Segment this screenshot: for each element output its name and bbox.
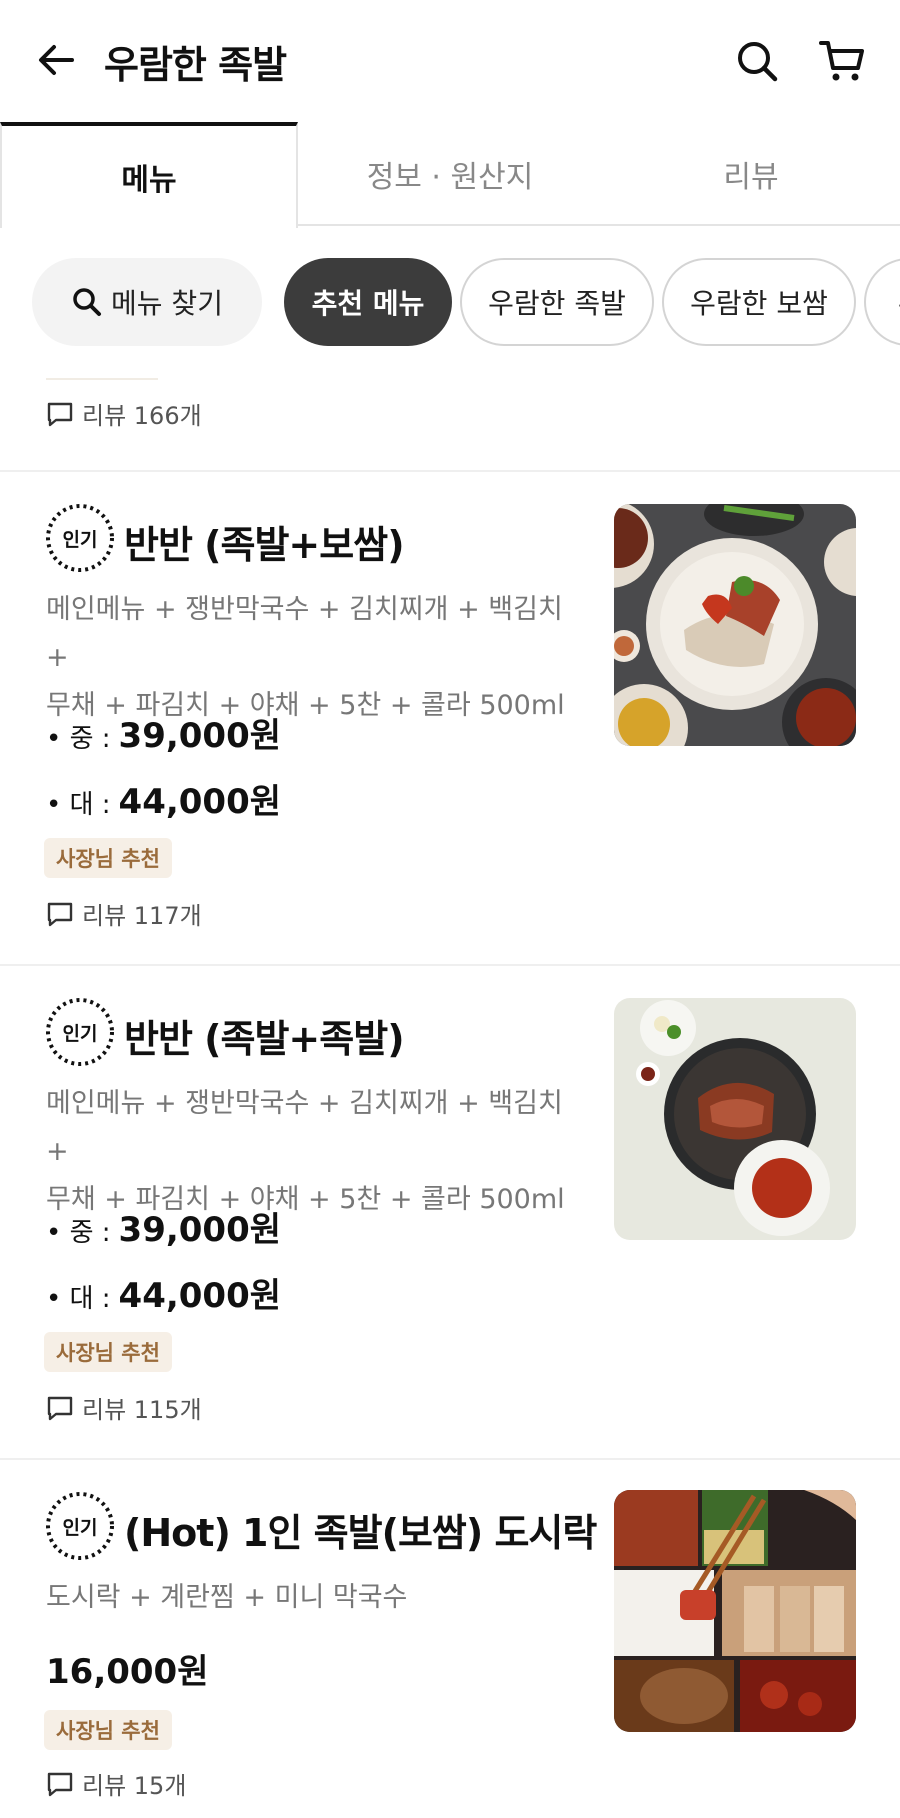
review-count-label: 리뷰 115개 — [82, 1396, 202, 1424]
chip-recommended[interactable]: 추천 메뉴 — [284, 258, 452, 346]
review-count-label: 리뷰 117개 — [82, 902, 202, 930]
item-name: 반반 (족발+보쌈) — [124, 523, 405, 567]
price-size-label: • 대 : — [46, 790, 111, 820]
price-large: • 대 : 44,000원 — [46, 1268, 281, 1317]
comment-icon — [47, 1396, 73, 1420]
review-count-label: 리뷰 15개 — [82, 1772, 187, 1800]
price-size-label: • 중 : — [46, 1218, 111, 1248]
search-icon — [73, 288, 102, 316]
owner-recommend-badge: 사장님 추천 — [44, 1332, 172, 1372]
price-large: • 대 : 44,000원 — [46, 774, 281, 823]
tab-menu[interactable]: 메뉴 — [0, 122, 298, 228]
comment-icon — [47, 1772, 73, 1796]
comment-icon — [47, 902, 73, 926]
arrow-left-icon — [39, 45, 74, 75]
divider — [46, 378, 158, 380]
cart-icon — [819, 41, 864, 81]
cart-button[interactable] — [818, 38, 866, 84]
review-count: 리뷰 115개 — [46, 1390, 202, 1425]
price-size-label: • 중 : — [46, 724, 111, 754]
menu-item[interactable]: 인기 반반 (족발+보쌈) 메인메뉴 + 쟁반막국수 + 김치찌개 + 백김치 … — [0, 472, 900, 966]
menu-search-label: 메뉴 찾기 — [111, 287, 223, 320]
popular-badge: 인기 — [44, 502, 116, 574]
review-count-label: 리뷰 166개 — [82, 402, 202, 430]
popular-badge: 인기 — [44, 1490, 116, 1562]
popular-badge-icon: 인기 — [46, 1492, 114, 1560]
menu-search-chip[interactable]: 메뉴 찾기 — [32, 258, 262, 346]
menu-item[interactable]: 인기 (Hot) 1인 족발(보쌈) 도시락 도시락 + 계란찜 + 미니 막국… — [0, 1460, 900, 1818]
chip-uram-bossam[interactable]: 우람한 보쌈 — [662, 258, 856, 346]
app-header: 우람한 족발 — [0, 0, 900, 122]
item-name: 반반 (족발+족발) — [124, 1017, 405, 1061]
popular-badge: 인기 — [44, 996, 116, 1068]
food-photo-image — [614, 504, 856, 746]
price-medium: • 중 : 39,000원 — [46, 1202, 281, 1251]
review-count: 리뷰 166개 — [46, 396, 202, 431]
price-value: 44,000원 — [118, 782, 282, 822]
item-description-line: 메인메뉴 + 쟁반막국수 + 김치찌개 + 백김치 + — [46, 1088, 563, 1167]
back-button[interactable] — [34, 38, 78, 82]
page-title: 우람한 족발 — [104, 43, 287, 87]
price-value: 39,000원 — [118, 1210, 282, 1250]
owner-recommend-badge: 사장님 추천 — [44, 838, 172, 878]
search-button[interactable] — [734, 38, 780, 84]
chip-uram-jokbal[interactable]: 우람한 족발 — [460, 258, 654, 346]
food-photo-image — [614, 1490, 856, 1732]
menu-item[interactable]: 인기 반반 (족발+족발) 메인메뉴 + 쟁반막국수 + 김치찌개 + 백김치 … — [0, 966, 900, 1460]
item-name: (Hot) 1인 족발(보쌈) 도시락 — [124, 1511, 597, 1555]
menu-item-partial[interactable]: 리뷰 166개 — [0, 350, 900, 472]
item-description-line: 메인메뉴 + 쟁반막국수 + 김치찌개 + 백김치 + — [46, 594, 563, 673]
price-size-label: • 대 : — [46, 1284, 111, 1314]
item-description: 도시락 + 계란찜 + 미니 막국수 — [46, 1574, 586, 1622]
price-value: 39,000원 — [118, 716, 282, 756]
popular-badge-text: 인기 — [63, 529, 98, 551]
popular-badge-text: 인기 — [63, 1023, 98, 1045]
price: 16,000원 — [46, 1644, 208, 1693]
price-medium: • 중 : 39,000원 — [46, 708, 281, 757]
chip-next-partial[interactable]: 우 — [864, 258, 900, 346]
tab-reviews[interactable]: 리뷰 — [602, 122, 900, 226]
review-count: 리뷰 117개 — [46, 896, 202, 931]
review-count: 리뷰 15개 — [46, 1766, 186, 1801]
tab-bar: 메뉴 정보 · 원산지 리뷰 — [0, 122, 900, 228]
popular-badge-icon: 인기 — [46, 998, 114, 1066]
item-description-line: 도시락 + 계란찜 + 미니 막국수 — [46, 1582, 408, 1613]
popular-badge-icon: 인기 — [46, 504, 114, 572]
category-chip-bar: 메뉴 찾기 추천 메뉴 우람한 족발 우람한 보쌈 우 — [0, 258, 900, 350]
popular-badge-text: 인기 — [63, 1517, 98, 1539]
comment-icon — [47, 402, 73, 426]
food-photo-image — [614, 998, 856, 1240]
menu-item-image — [614, 1490, 856, 1732]
menu-item-image — [614, 504, 856, 746]
search-icon — [738, 42, 778, 82]
owner-recommend-badge: 사장님 추천 — [44, 1710, 172, 1750]
price-value: 16,000원 — [46, 1652, 209, 1692]
price-value: 44,000원 — [118, 1276, 282, 1316]
menu-item-image — [614, 998, 856, 1240]
tab-info-origin[interactable]: 정보 · 원산지 — [298, 122, 602, 226]
